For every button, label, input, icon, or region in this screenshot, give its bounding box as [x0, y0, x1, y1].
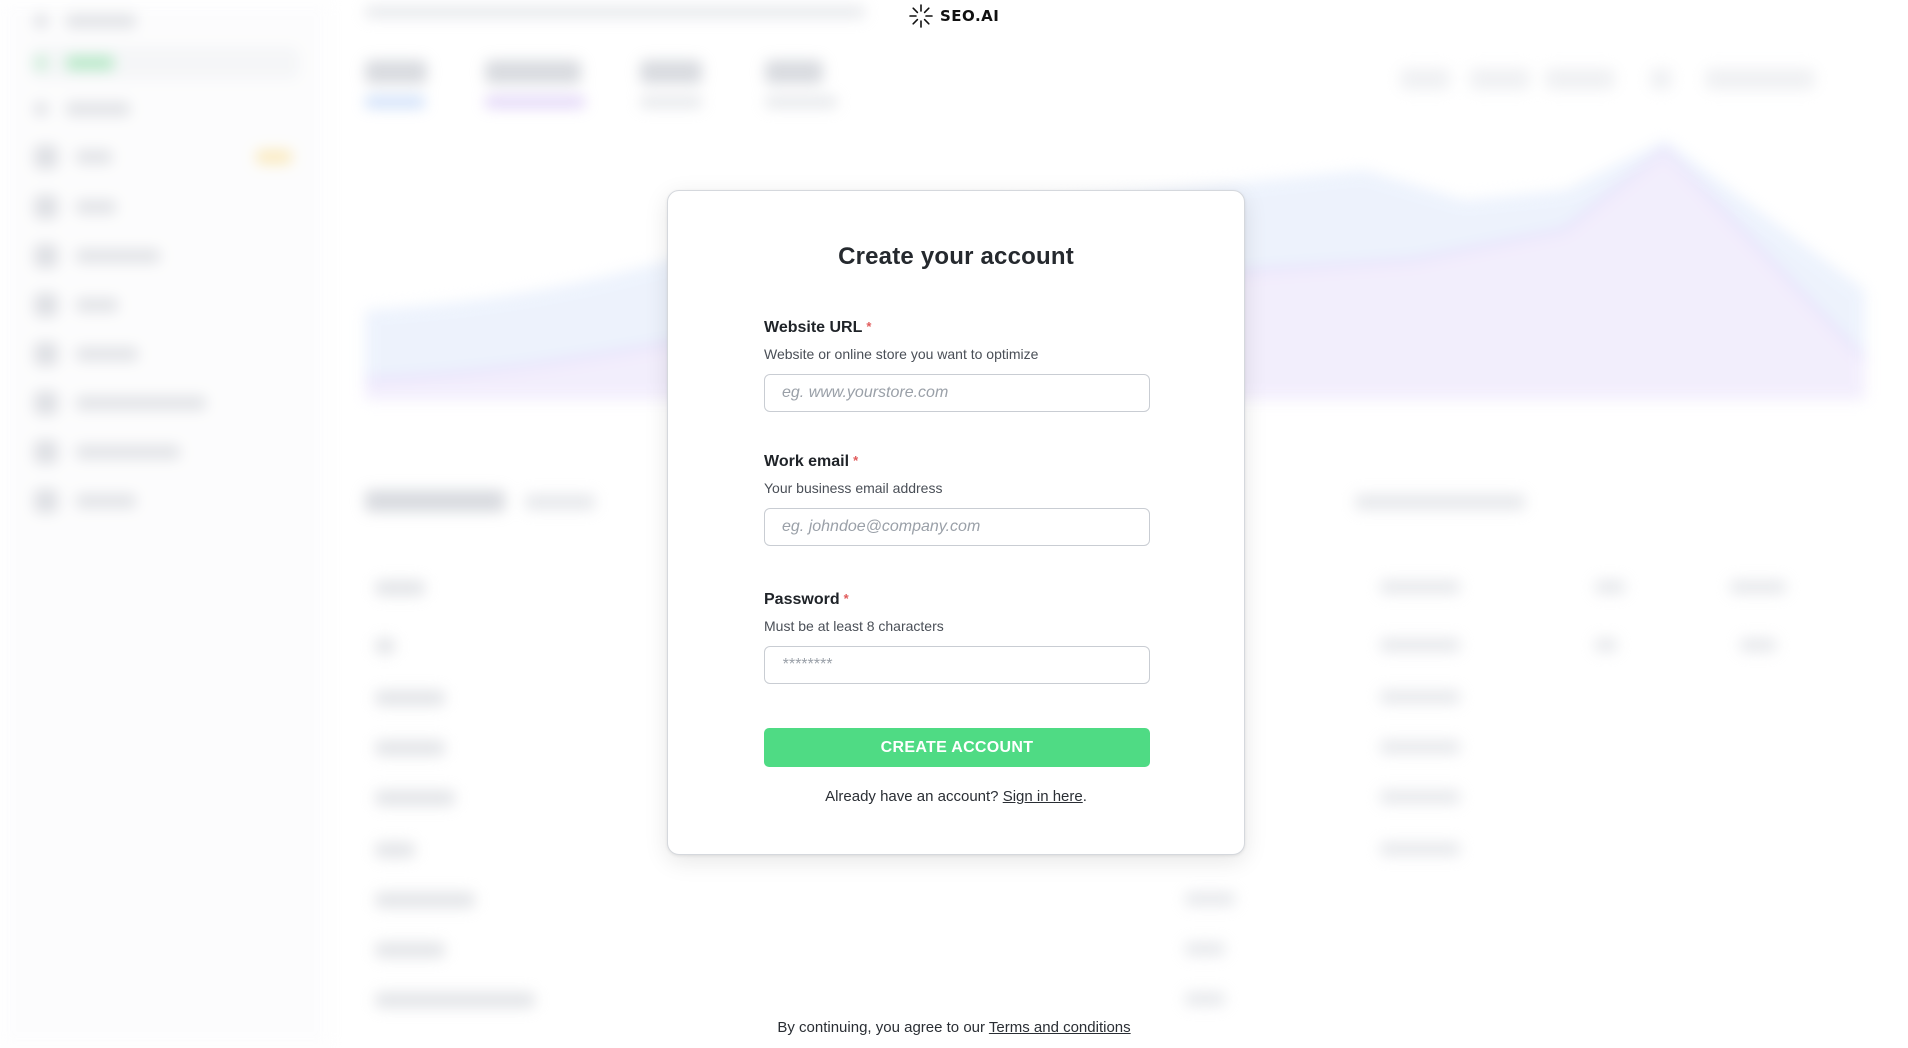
blurred-table-row	[375, 790, 455, 806]
blurred-pill	[1545, 68, 1615, 90]
blurred-table-cell	[1380, 580, 1460, 594]
blurred-pill	[1705, 68, 1815, 90]
blurred-table-cell	[1595, 580, 1625, 594]
terms-prefix: By continuing, you agree to our	[777, 1019, 989, 1036]
blurred-table-cell	[1380, 638, 1460, 652]
blurred-sidebar-item	[30, 484, 300, 518]
blurred-table-row	[375, 842, 415, 858]
password-help: Must be at least 8 characters	[764, 618, 944, 634]
required-mark: *	[843, 591, 849, 606]
website-url-label: Website URL *	[764, 319, 1150, 337]
password-label-text: Password	[764, 591, 840, 608]
blurred-sidebar-item	[30, 239, 300, 273]
signin-prefix: Already have an account?	[825, 788, 1003, 805]
required-mark: *	[866, 319, 872, 334]
blurred-pill	[1470, 68, 1530, 90]
blurred-stat	[765, 60, 837, 108]
password-input[interactable]	[764, 646, 1150, 684]
terms-notice: By continuing, you agree to our Terms an…	[0, 1019, 1908, 1036]
blurred-table-cell	[1380, 790, 1460, 804]
blurred-table-cell	[1730, 580, 1786, 594]
blurred-table-cell	[1185, 992, 1225, 1006]
sparkle-logo-icon	[909, 4, 933, 28]
work-email-help: Your business email address	[764, 480, 943, 496]
blurred-text-line	[365, 6, 865, 18]
blurred-table-row	[375, 942, 445, 958]
blurred-sidebar-item	[30, 140, 300, 174]
blurred-sidebar-item	[30, 435, 300, 469]
blurred-table-row	[375, 992, 535, 1008]
blurred-stat	[485, 60, 585, 108]
password-field: Password * Must be at least 8 characters	[764, 591, 1150, 684]
blurred-sidebar-item	[30, 190, 300, 224]
blurred-table-row	[375, 690, 445, 706]
blurred-sidebar-item	[30, 337, 300, 371]
work-email-field: Work email * Your business email address	[764, 453, 1150, 546]
blurred-pill	[1400, 68, 1450, 90]
blurred-table-row	[375, 892, 475, 908]
work-email-input[interactable]	[764, 508, 1150, 546]
blurred-tab	[525, 494, 595, 510]
work-email-label-text: Work email	[764, 453, 850, 470]
blurred-sidebar-item	[30, 92, 300, 126]
website-url-help: Website or online store you want to opti…	[764, 346, 1039, 362]
work-email-label: Work email *	[764, 453, 1150, 471]
blurred-table-row	[375, 580, 425, 596]
blurred-table-row	[375, 638, 395, 654]
blurred-table-cell	[1380, 842, 1460, 856]
blurred-table-cell	[1380, 740, 1460, 754]
brand-name: SEO.AI	[940, 7, 1000, 25]
signin-prompt: Already have an account? Sign in here.	[668, 788, 1244, 805]
blurred-stat	[640, 60, 702, 108]
create-account-button[interactable]: CREATE ACCOUNT	[764, 728, 1150, 767]
blurred-table-cell	[1185, 942, 1225, 956]
blurred-sidebar-item	[30, 288, 300, 322]
blurred-sidebar	[0, 0, 330, 1048]
form-title: Create your account	[838, 243, 1074, 270]
website-url-field: Website URL * Website or online store you…	[764, 319, 1150, 412]
blurred-sidebar-item	[30, 46, 300, 80]
blurred-pill	[1650, 68, 1672, 90]
blurred-table-row	[375, 740, 445, 756]
website-url-input[interactable]	[764, 374, 1150, 412]
blurred-sidebar-item	[30, 4, 300, 38]
signin-suffix: .	[1082, 788, 1087, 805]
blurred-table-cell	[1595, 638, 1617, 652]
signup-card: Create your account Website URL * Website…	[667, 190, 1245, 855]
website-url-label-text: Website URL	[764, 319, 863, 336]
blurred-section-title	[365, 490, 505, 512]
blurred-control	[1355, 494, 1525, 510]
required-mark: *	[853, 453, 859, 468]
blurred-stat	[365, 60, 427, 108]
blurred-table-cell	[1740, 638, 1776, 652]
sign-in-link[interactable]: Sign in here	[1003, 788, 1083, 805]
password-label: Password *	[764, 591, 1150, 609]
brand-logo: SEO.AI	[908, 2, 999, 30]
blurred-table-cell	[1185, 892, 1235, 906]
blurred-sidebar-item	[30, 386, 300, 420]
blurred-table-cell	[1380, 690, 1460, 704]
terms-link[interactable]: Terms and conditions	[989, 1019, 1131, 1036]
